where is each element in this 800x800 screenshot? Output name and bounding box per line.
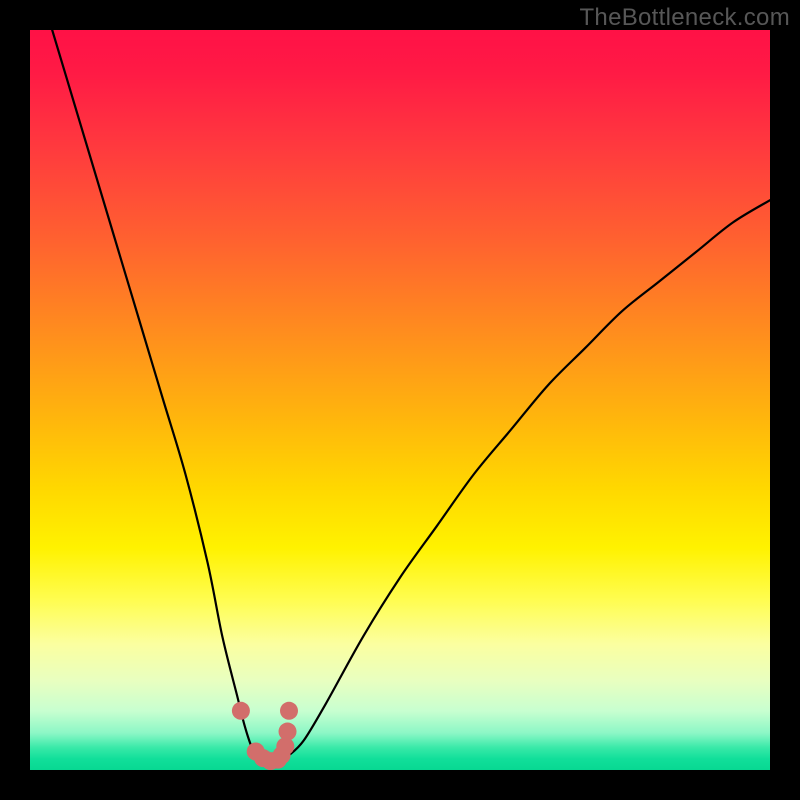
highlight-marker [232,702,250,720]
watermark-text: TheBottleneck.com [579,4,790,32]
plot-area [30,30,770,770]
curve-layer [30,30,770,770]
bottleneck-curve [52,30,770,763]
highlight-marker [279,723,297,741]
highlight-markers [232,702,298,770]
chart-frame: TheBottleneck.com [0,0,800,800]
highlight-marker [280,702,298,720]
